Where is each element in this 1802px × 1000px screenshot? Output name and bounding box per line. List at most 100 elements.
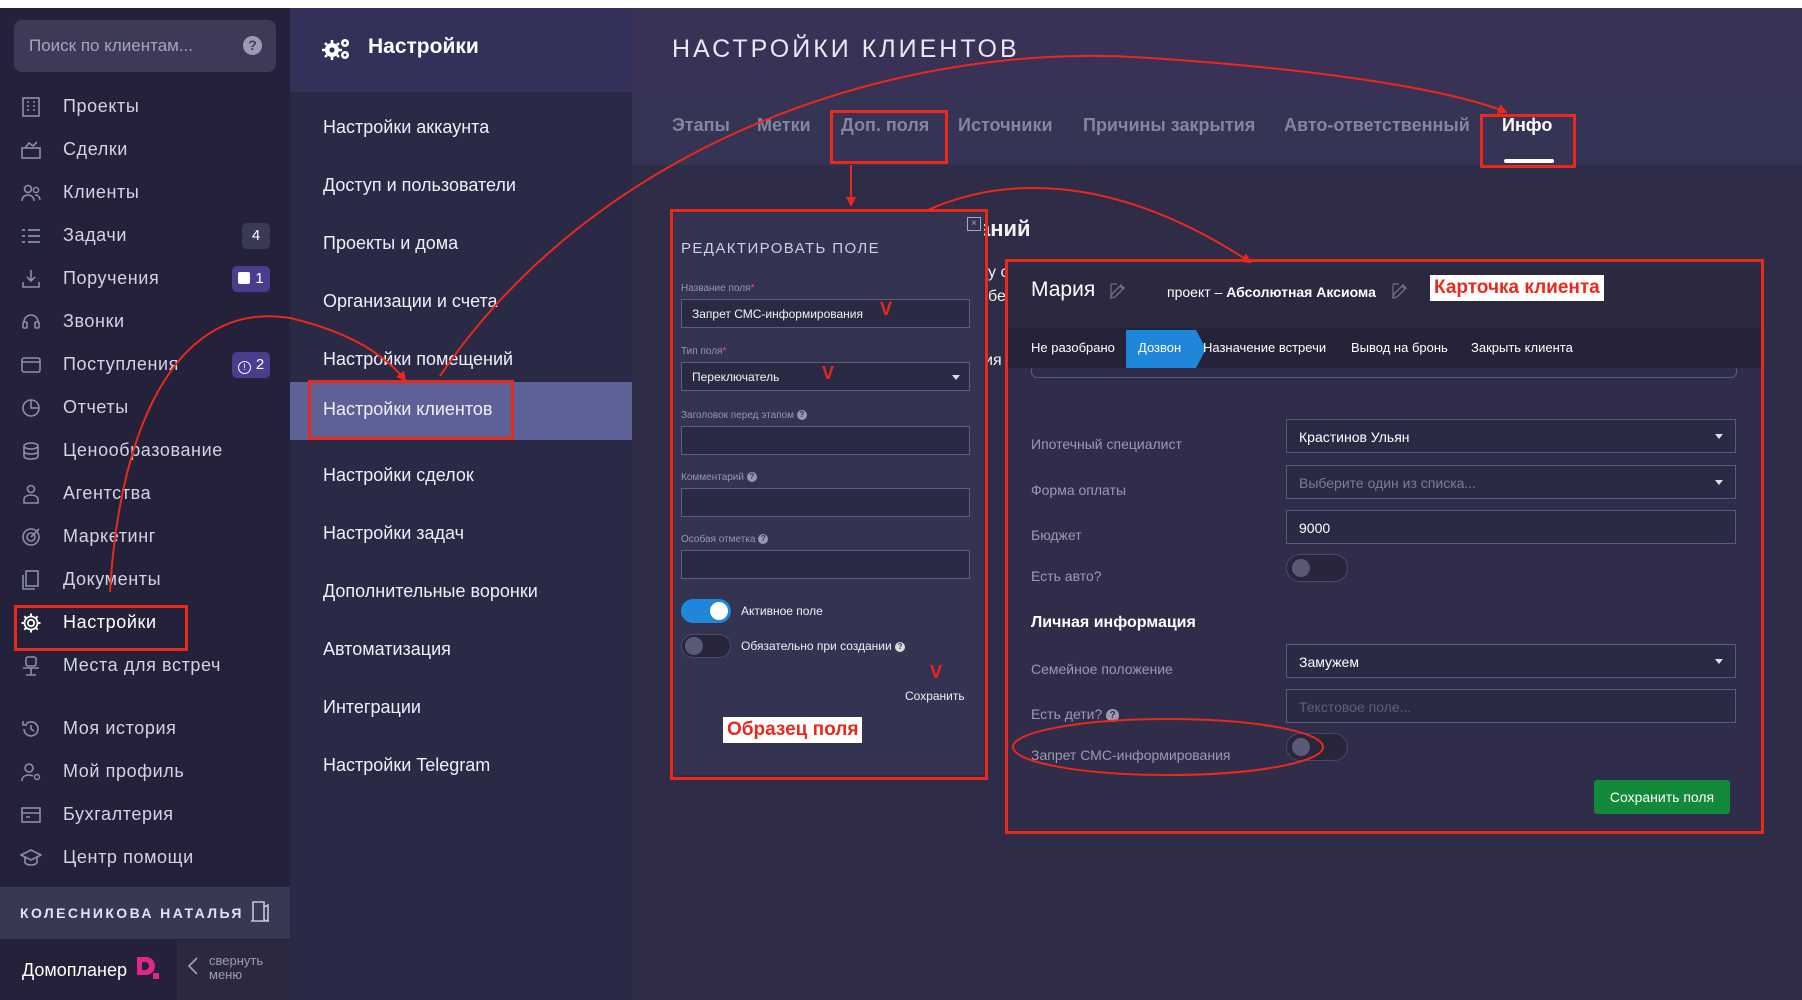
sidebar-item-label: Мой профиль [63, 761, 185, 781]
sidebar-item-label: Поступления [63, 354, 179, 374]
building-icon [22, 97, 40, 117]
deals-icon [21, 141, 41, 159]
settings-item-label: Автоматизация [323, 639, 451, 659]
gears-icon [322, 39, 349, 60]
settings-item-label: Дополнительные воронки [323, 581, 538, 601]
tab-close-reasons[interactable]: Причины закрытия [1083, 115, 1255, 136]
sidebar-item-deals[interactable]: Сделки [0, 129, 290, 171]
settings-item-telegram[interactable]: Настройки Telegram [290, 738, 632, 796]
settings-item-automation[interactable]: Автоматизация [290, 622, 632, 680]
tab-auto-responsible[interactable]: Авто-ответственный [1284, 115, 1470, 136]
settings-item-label: Доступ и пользователи [323, 175, 516, 195]
settings-item-funnels[interactable]: Дополнительные воронки [290, 564, 632, 622]
page-title: НАСТРОЙКИ КЛИЕНТОВ [672, 35, 1020, 63]
income-count: 2 [255, 356, 265, 373]
checkbox-icon [238, 272, 251, 284]
settings-item-label: Проекты и дома [323, 233, 459, 253]
settings-item-label: Настройки Telegram [323, 755, 491, 775]
calls-icon [22, 314, 40, 329]
help-center-icon [20, 849, 42, 866]
income-count-badge: ! 2 [232, 352, 270, 378]
collapse-line-2: меню [209, 967, 243, 982]
collapse-menu-label: свернуть меню [209, 954, 263, 982]
current-user-bar[interactable]: КОЛЕСНИКОВА НАТАЛЬЯ [0, 887, 290, 939]
settings-item-label: Настройки помещений [323, 349, 514, 369]
tab-tags[interactable]: Метки [757, 115, 811, 136]
meeting-place-icon [23, 656, 39, 676]
sidebar-item-meeting-places[interactable]: Места для встреч [0, 645, 290, 687]
settings-item-label: Настройки сделок [323, 465, 474, 485]
sidebar-item-help-center[interactable]: Центр помощи [0, 837, 290, 879]
sidebar-item-assignments[interactable]: Поручения 1 [0, 258, 290, 300]
sidebar-item-my-history[interactable]: Моя история [0, 708, 290, 750]
tab-stages[interactable]: Этапы [672, 115, 730, 136]
tasks-count-badge: 4 [242, 223, 270, 249]
sidebar-item-label: Бухгалтерия [63, 804, 174, 824]
sidebar-item-label: Центр помощи [63, 847, 194, 867]
settings-header: Настройки [290, 8, 632, 92]
app-logo-icon [137, 957, 159, 979]
tab-sources[interactable]: Источники [958, 115, 1053, 136]
help-icon[interactable]: ? [243, 36, 262, 55]
check-mark-annotation: V [822, 363, 835, 383]
income-icon [21, 357, 41, 373]
sidebar-item-label: Агентства [63, 483, 152, 503]
sidebar-item-income[interactable]: Поступления ! 2 [0, 344, 290, 386]
annotation-box-info-tab [1480, 114, 1576, 168]
sidebar-item-label: Маркетинг [63, 526, 156, 546]
settings-item-deals[interactable]: Настройки сделок [290, 448, 632, 506]
text-fragment: бе [988, 288, 1006, 305]
accounting-icon [21, 807, 41, 823]
check-mark-annotation: V [880, 299, 893, 319]
sidebar-item-label: Сделки [63, 139, 128, 159]
history-icon [22, 721, 39, 737]
settings-item-label: Настройки задач [323, 523, 465, 543]
settings-title: Настройки [368, 35, 479, 58]
app-window: Поиск по клиентам... ? Проекты Сделки Кл… [0, 8, 1802, 1000]
tasks-icon [22, 229, 40, 243]
sidebar: Поиск по клиентам... ? Проекты Сделки Кл… [0, 8, 290, 1000]
sidebar-item-label: Поручения [63, 268, 160, 288]
sidebar-item-pricing[interactable]: Ценообразование [0, 430, 290, 472]
sidebar-item-label: Проекты [63, 96, 140, 116]
marketing-icon [22, 528, 40, 546]
settings-item-integrations[interactable]: Интеграции [290, 680, 632, 738]
annotation-box-extra-fields-tab [830, 110, 948, 164]
user-name: КОЛЕСНИКОВА НАТАЛЬЯ [20, 905, 244, 921]
settings-item-account[interactable]: Настройки аккаунта [290, 100, 632, 158]
sidebar-item-accounting[interactable]: Бухгалтерия [0, 794, 290, 836]
users-icon [21, 184, 41, 202]
reports-icon [22, 399, 40, 417]
profile-icon [21, 763, 41, 782]
sidebar-item-projects[interactable]: Проекты [0, 86, 290, 128]
collapse-menu-button[interactable]: свернуть меню [177, 940, 290, 1000]
sidebar-item-reports[interactable]: Отчеты [0, 387, 290, 429]
sidebar-item-label: Места для встреч [63, 655, 222, 675]
settings-item-organizations[interactable]: Организации и счета [290, 274, 632, 332]
annotation-box-client-settings [308, 380, 514, 440]
sidebar-item-label: Моя история [63, 718, 177, 738]
search-input[interactable]: Поиск по клиентам... [29, 36, 193, 56]
sidebar-item-my-profile[interactable]: Мой профиль [0, 751, 290, 793]
collapse-line-1: свернуть [209, 953, 264, 968]
settings-item-tasks[interactable]: Настройки задач [290, 506, 632, 564]
client-card-callout: Карточка клиента [1430, 275, 1604, 301]
sidebar-item-clients[interactable]: Клиенты [0, 172, 290, 214]
sidebar-item-marketing[interactable]: Маркетинг [0, 516, 290, 558]
sidebar-item-agencies[interactable]: Агентства [0, 473, 290, 515]
assignments-count-badge: 1 [232, 266, 270, 292]
sidebar-item-calls[interactable]: Звонки [0, 301, 290, 343]
sidebar-item-documents[interactable]: Документы [0, 559, 290, 601]
documents-icon [22, 570, 39, 590]
door-exit-icon[interactable] [250, 899, 270, 923]
settings-item-label: Интеграции [323, 697, 421, 717]
settings-item-projects[interactable]: Проекты и дома [290, 216, 632, 274]
settings-item-access[interactable]: Доступ и пользователи [290, 158, 632, 216]
main-header: НАСТРОЙКИ КЛИЕНТОВ [632, 8, 1802, 93]
sidebar-item-label: Ценообразование [63, 440, 223, 460]
assignments-icon [22, 270, 40, 288]
sidebar-item-label: Клиенты [63, 182, 140, 202]
settings-menu: Настройки Настройки аккаунта Доступ и по… [290, 8, 632, 1000]
client-search[interactable]: Поиск по клиентам... ? [14, 20, 276, 72]
sidebar-item-tasks[interactable]: Задачи 4 [0, 215, 290, 257]
